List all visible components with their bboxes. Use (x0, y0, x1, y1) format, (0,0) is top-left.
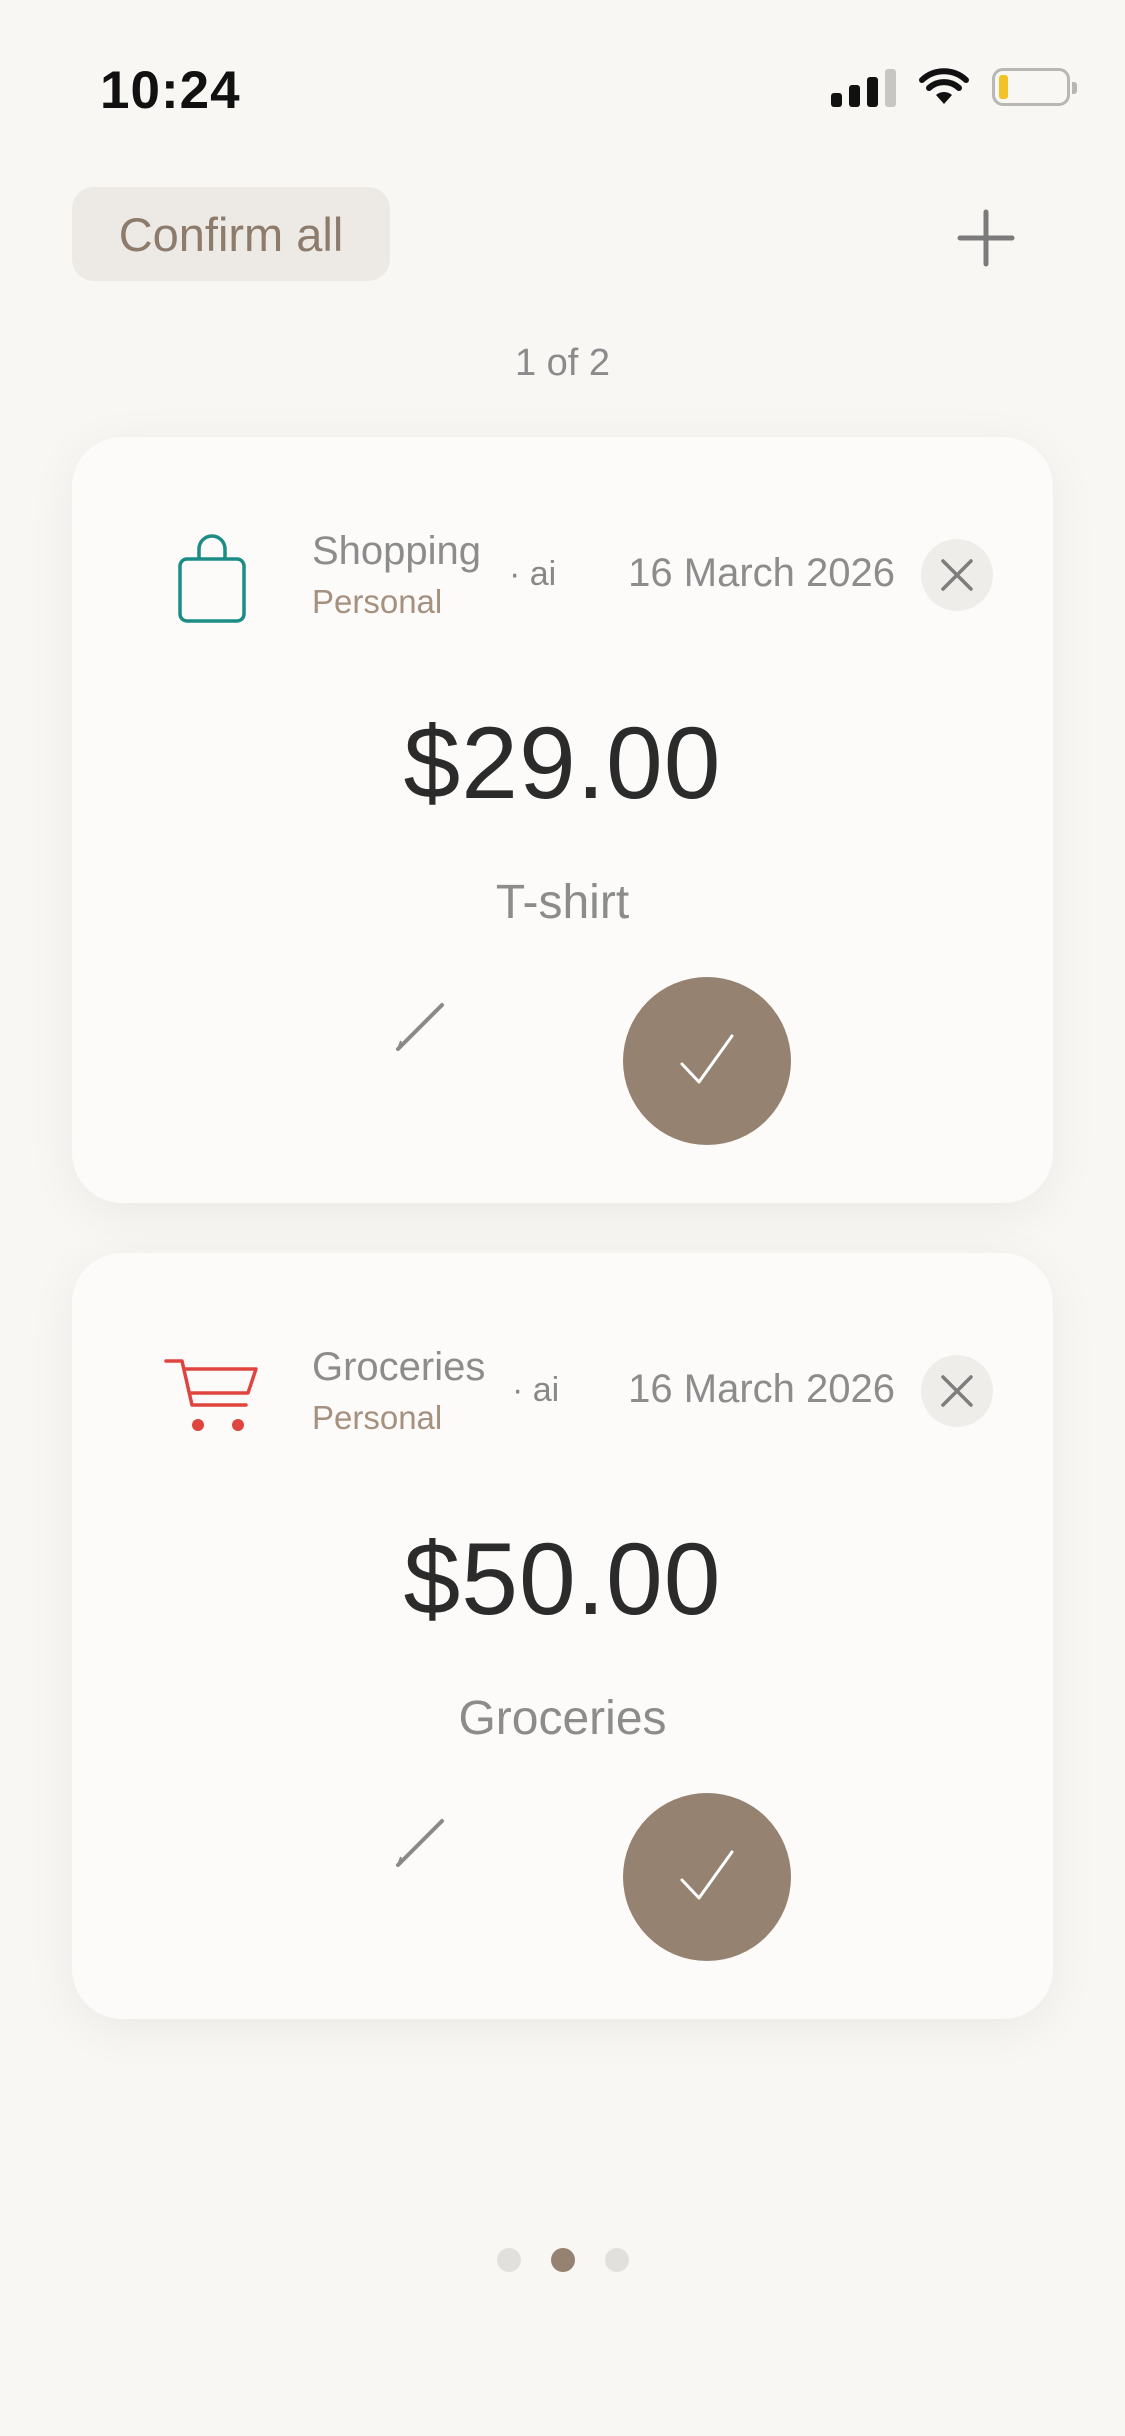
status-icons (831, 62, 1077, 112)
wifi-icon (919, 68, 969, 104)
edit-button[interactable] (380, 1803, 460, 1883)
dismiss-button[interactable] (921, 1355, 993, 1427)
transaction-card: Shopping Personal · ai 16 March 2026 $29… (72, 437, 1053, 1203)
edit-button[interactable] (380, 987, 460, 1067)
page-dot-active[interactable] (550, 2248, 575, 2272)
transaction-date: 16 March 2026 (628, 551, 895, 595)
close-icon (941, 559, 973, 591)
status-bar: 10:24 (0, 0, 1125, 180)
confirm-all-button[interactable]: Confirm all (72, 187, 390, 281)
category-name: Shopping (312, 529, 482, 573)
pencil-icon (396, 1003, 444, 1051)
transaction-date: 16 March 2026 (628, 1367, 895, 1411)
page-dot[interactable] (496, 2248, 521, 2272)
transaction-amount: $50.00 (403, 1522, 722, 1636)
checkmark-icon (680, 1850, 734, 1900)
transaction-description: T-shirt (495, 876, 630, 929)
shopping-cart-icon (164, 1359, 258, 1431)
category-subtype: Personal (312, 1399, 443, 1436)
status-time: 10:24 (100, 61, 241, 120)
checkmark-icon (680, 1034, 734, 1084)
dismiss-button[interactable] (921, 539, 993, 611)
category-subtype: Personal (312, 583, 443, 620)
shopping-bag-icon (178, 534, 246, 623)
transaction-amount: $29.00 (403, 706, 722, 820)
add-button[interactable] (948, 200, 1024, 276)
transaction-card: Groceries Personal · ai 16 March 2026 $5… (72, 1253, 1053, 2019)
battery-level (999, 75, 1008, 99)
page-indicator (0, 2248, 1125, 2272)
confirm-button[interactable] (623, 977, 791, 1145)
category-name: Groceries (312, 1345, 486, 1389)
battery-low-icon (992, 68, 1077, 106)
page-dot[interactable] (604, 2248, 629, 2272)
pencil-icon (396, 1819, 444, 1867)
category-icon-wrapper (162, 1343, 262, 1443)
ai-source-tag: · ai (512, 1371, 560, 1409)
item-counter: 1 of 2 (514, 342, 611, 384)
close-icon (941, 1375, 973, 1407)
confirm-button[interactable] (623, 1793, 791, 1961)
cellular-signal-icon (831, 67, 896, 107)
transaction-description: Groceries (458, 1692, 667, 1745)
ai-source-tag: · ai (509, 555, 557, 593)
category-icon-wrapper (162, 527, 262, 627)
plus-icon (957, 209, 1015, 267)
